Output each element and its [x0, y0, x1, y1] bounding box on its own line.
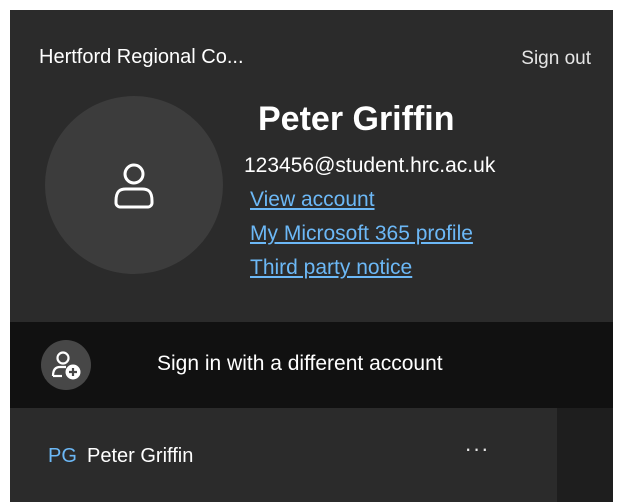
- user-email: 123456@student.hrc.ac.uk: [244, 154, 496, 177]
- account-list-item[interactable]: PG Peter Griffin ···: [10, 408, 557, 502]
- person-add-icon: [41, 340, 91, 390]
- avatar: [45, 96, 223, 274]
- microsoft-365-profile-link[interactable]: My Microsoft 365 profile: [250, 222, 473, 246]
- sign-in-different-account-label: Sign in with a different account: [157, 352, 443, 375]
- sign-out-link[interactable]: Sign out: [521, 48, 591, 70]
- account-initials: PG: [48, 445, 77, 467]
- organization-name: Hertford Regional Co...: [39, 46, 244, 68]
- sign-in-different-account-button[interactable]: Sign in with a different account: [10, 322, 613, 408]
- person-icon: [114, 163, 154, 209]
- third-party-notice-link[interactable]: Third party notice: [250, 256, 412, 280]
- account-manager-panel: Hertford Regional Co... Sign out Peter G…: [10, 10, 613, 502]
- list-side-area: [557, 408, 613, 502]
- account-name: Peter Griffin: [87, 445, 194, 467]
- user-display-name: Peter Griffin: [258, 100, 455, 138]
- person-add-glyph: [51, 351, 81, 380]
- more-options-button[interactable]: ···: [453, 436, 501, 470]
- view-account-link[interactable]: View account: [250, 188, 375, 212]
